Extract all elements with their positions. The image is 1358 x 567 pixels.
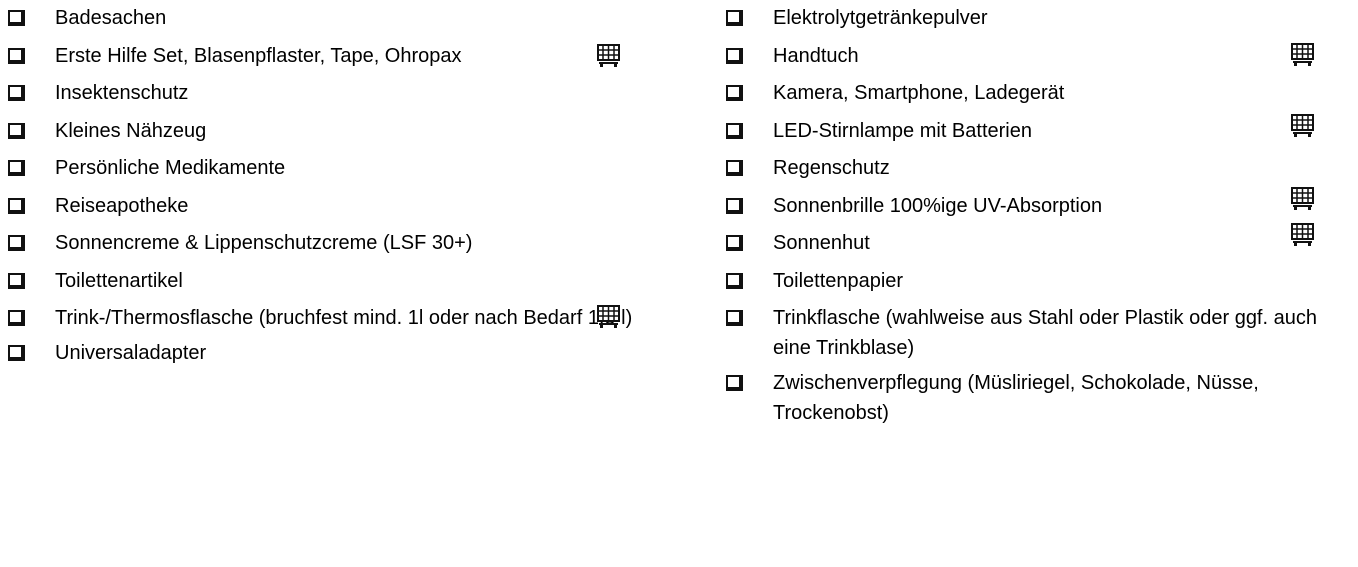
item-label: Universaladapter <box>55 342 207 364</box>
list-item: Toilettenpapier <box>725 266 1325 296</box>
shopping-cart-icon[interactable] <box>597 305 621 329</box>
list-item: Trinkflasche (wahlweise aus Stahl oder P… <box>725 303 1325 363</box>
item-label: Reiseapotheke <box>55 194 189 217</box>
list-item: Sonnenbrille 100%ige UV-Absorption <box>725 186 1325 221</box>
item-label: Toilettenpapier <box>773 269 904 292</box>
checkbox-icon[interactable] <box>8 345 25 361</box>
item-label: Trinkflasche (wahlweise aus Stahl oder P… <box>773 307 1317 359</box>
checkbox-icon[interactable] <box>8 85 25 101</box>
checkbox-icon[interactable] <box>8 235 25 251</box>
item-label: Sonnencreme & Lippenschutzcreme (LSF 30+… <box>55 232 473 254</box>
checkbox-icon[interactable] <box>726 160 743 176</box>
checkbox-icon[interactable] <box>726 47 743 64</box>
item-label: Erste Hilfe Set, Blasenpflaster, Tape, O… <box>55 44 462 67</box>
checkbox-icon[interactable] <box>726 310 743 326</box>
shopping-cart-icon[interactable] <box>1291 223 1315 247</box>
list-item: LED-Stirnlampe mit Batterien <box>725 113 1325 146</box>
checkbox-icon[interactable] <box>726 122 743 139</box>
checklist-right-column: Elektrolytgetränkepulver Handtuch Kamera… <box>725 3 1325 436</box>
item-label: Zwischenverpflegung (Müsliriegel, Schoko… <box>773 372 1259 424</box>
item-label: Toilettenartikel <box>55 269 183 292</box>
shopping-cart-icon[interactable] <box>1291 42 1315 67</box>
list-item: Sonnencreme & Lippenschutzcreme (LSF 30+… <box>7 228 647 258</box>
checkbox-icon[interactable] <box>8 122 25 139</box>
checkbox-icon[interactable] <box>8 47 25 64</box>
item-label: Elektrolytgetränkepulver <box>773 7 988 29</box>
list-item: Toilettenartikel <box>7 266 647 296</box>
item-label: Badesachen <box>55 7 167 29</box>
item-label: Sonnenbrille 100%ige UV-Absorption <box>773 194 1103 217</box>
item-label: Persönliche Medikamente <box>55 157 286 179</box>
list-item: Universaladapter <box>7 338 647 368</box>
checkbox-icon[interactable] <box>726 85 743 101</box>
shopping-cart-icon[interactable] <box>1291 186 1315 211</box>
shopping-cart-icon[interactable] <box>1291 113 1315 138</box>
list-item: Reiseapotheke <box>7 191 647 221</box>
list-item: Kamera, Smartphone, Ladegerät <box>725 78 1325 108</box>
list-item: Persönliche Medikamente <box>7 153 647 183</box>
list-item: Trink-/Thermosflasche (bruchfest mind. 1… <box>7 303 647 333</box>
item-label: Kamera, Smartphone, Ladegerät <box>773 82 1065 104</box>
list-item: Zwischenverpflegung (Müsliriegel, Schoko… <box>725 368 1325 428</box>
item-label: LED-Stirnlampe mit Batterien <box>773 119 1032 142</box>
item-label: Sonnenhut <box>773 232 870 254</box>
checkbox-icon[interactable] <box>726 10 743 26</box>
checkbox-icon[interactable] <box>726 235 743 251</box>
checkbox-icon[interactable] <box>726 272 743 289</box>
item-label: Trink-/Thermosflasche (bruchfest mind. 1… <box>55 307 633 329</box>
shopping-cart-icon[interactable] <box>597 43 621 68</box>
item-label: Kleines Nähzeug <box>55 119 207 142</box>
list-item: Regenschutz <box>725 153 1325 183</box>
checkbox-icon[interactable] <box>8 197 25 214</box>
list-item: Badesachen <box>7 3 647 33</box>
list-item: Handtuch <box>725 41 1325 71</box>
checkbox-icon[interactable] <box>8 10 25 26</box>
checklist-left-column: Badesachen Erste Hilfe Set, Blasenpflast… <box>7 3 647 376</box>
checkbox-icon[interactable] <box>726 197 743 214</box>
list-item: Sonnenhut <box>725 223 1325 258</box>
list-item: Erste Hilfe Set, Blasenpflaster, Tape, O… <box>7 41 647 71</box>
checkbox-icon[interactable] <box>8 272 25 289</box>
list-item: Insektenschutz <box>7 78 647 108</box>
checkbox-icon[interactable] <box>8 310 25 326</box>
item-label: Handtuch <box>773 44 859 67</box>
list-item: Elektrolytgetränkepulver <box>725 3 1325 33</box>
checkbox-icon[interactable] <box>726 375 743 391</box>
list-item: Kleines Nähzeug <box>7 116 647 146</box>
item-label: Insektenschutz <box>55 82 189 104</box>
item-label: Regenschutz <box>773 157 890 179</box>
checkbox-icon[interactable] <box>8 160 25 176</box>
